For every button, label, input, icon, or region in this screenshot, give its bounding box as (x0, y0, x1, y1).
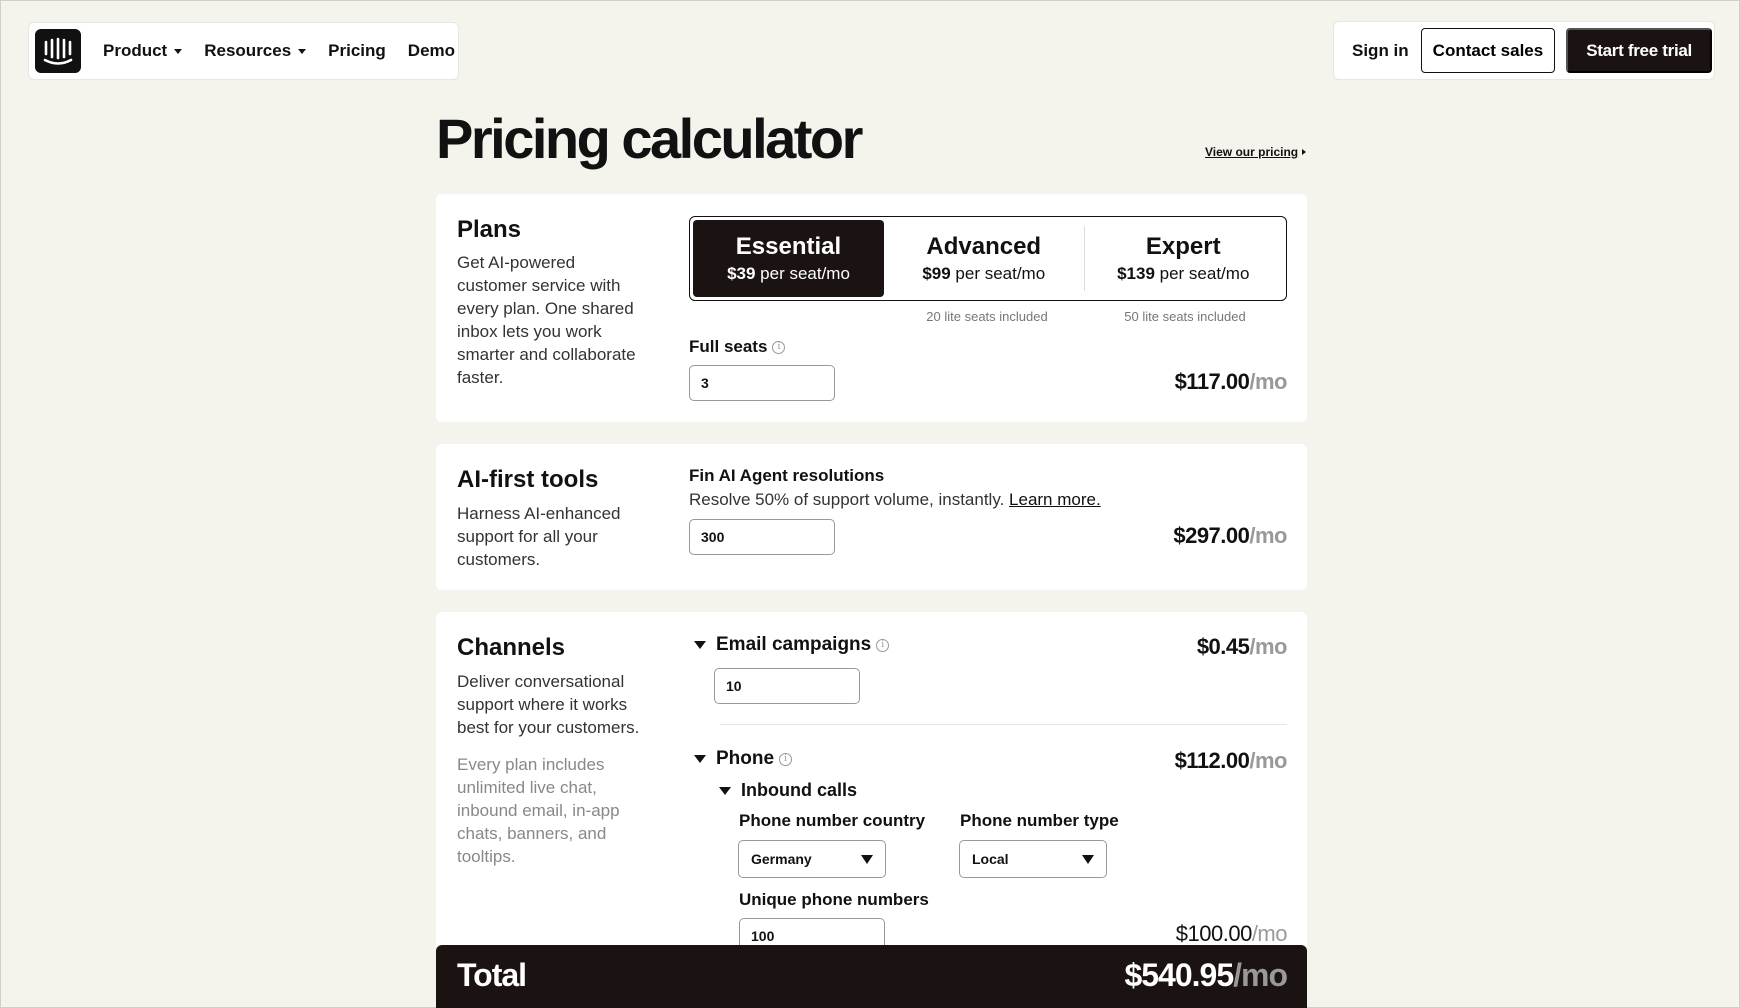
per-month-suffix: /mo (1249, 523, 1287, 548)
caret-down-icon (719, 786, 731, 795)
fin-description: Resolve 50% of support volume, instantly… (689, 490, 1101, 510)
plans-card: Plans Get AI-powered customer service wi… (436, 194, 1307, 422)
ai-tools-cost: $297.00/mo (1173, 523, 1287, 549)
plan-price-unit: per seat/mo (1154, 263, 1250, 283)
phone-type-select[interactable]: Local (959, 840, 1107, 878)
fin-label: Fin AI Agent resolutions (689, 466, 885, 485)
nav-pricing[interactable]: Pricing (328, 41, 386, 61)
plan-price-unit: per seat/mo (755, 263, 850, 283)
inbound-calls-toggle[interactable]: Inbound calls (719, 780, 857, 801)
phone-cost-amount: $112.00 (1174, 748, 1250, 773)
inbound-calls-label: Inbound calls (741, 780, 858, 800)
phone-type-value: Local (972, 851, 1009, 867)
expert-lite-seats-note: 50 lite seats included (1124, 309, 1246, 324)
view-pricing-link[interactable]: View our pricing (1205, 145, 1307, 159)
learn-more-link[interactable]: Learn more. (1009, 490, 1101, 509)
caret-down-icon (694, 755, 706, 763)
info-icon[interactable]: i (772, 340, 786, 354)
nav-resources[interactable]: Resources (204, 41, 307, 61)
phone-toggle[interactable]: Phone i (694, 748, 793, 770)
unique-cost-amount: $100.00 (1175, 921, 1253, 946)
full-seats-input[interactable] (689, 365, 835, 401)
plan-option-essential[interactable]: Essential $39 per seat/mo (693, 220, 884, 297)
total-amount: $540.95 (1124, 957, 1234, 993)
chevron-down-icon (298, 48, 307, 54)
plan-price-amount: $99 (922, 263, 951, 283)
plans-cost: $117.00/mo (1174, 369, 1288, 395)
total-value: $540.95/mo (1124, 957, 1288, 994)
chevron-right-icon (1302, 149, 1307, 155)
phone-country-label: Phone number country (739, 811, 926, 830)
phone-type-label: Phone number type (960, 811, 1119, 830)
email-campaigns-toggle[interactable]: Email campaigns i (694, 634, 890, 656)
plans-title: Plans (457, 216, 522, 243)
full-seats-label: Full seats i (689, 337, 786, 357)
plans-cost-amount: $117.00 (1174, 369, 1250, 394)
info-icon[interactable]: i (876, 638, 890, 652)
per-month-suffix: /mo (1251, 921, 1288, 946)
chevron-down-icon (174, 48, 183, 54)
plans-description: Get AI-powered customer service with eve… (457, 253, 636, 387)
plan-name: Advanced (926, 232, 1042, 260)
view-pricing-label: View our pricing (1205, 145, 1299, 159)
main-nav: Product Resources Pricing Demo (28, 22, 459, 80)
per-month-suffix: /mo (1249, 369, 1287, 394)
start-free-trial-button[interactable]: Start free trial (1566, 28, 1712, 73)
info-icon[interactable]: i (779, 752, 793, 766)
sign-in-link[interactable]: Sign in (1352, 41, 1409, 61)
chevron-down-icon (1082, 854, 1094, 864)
nav-demo-label: Demo (407, 41, 456, 60)
ai-tools-cost-amount: $297.00 (1173, 523, 1250, 548)
nav-demo[interactable]: Demo (408, 41, 455, 61)
plan-name: Essential (735, 232, 842, 260)
plan-price-amount: $39 (727, 263, 756, 283)
channels-note: Every plan includes unlimited live chat,… (457, 755, 620, 866)
fin-description-text: Resolve 50% of support volume, instantly… (689, 490, 1005, 509)
unique-numbers-label: Unique phone numbers (739, 890, 929, 909)
plan-price: $39 per seat/mo (727, 262, 850, 286)
phone-label: Phone (716, 748, 775, 769)
channels-title: Channels (457, 634, 566, 661)
account-nav: Sign in Contact sales Start free trial (1333, 21, 1715, 80)
full-seats-label-text: Full seats (689, 337, 768, 356)
nav-product-label: Product (103, 41, 168, 60)
fin-resolutions-input[interactable] (689, 519, 835, 555)
divider (720, 724, 1287, 725)
intercom-logo-icon[interactable] (35, 29, 81, 73)
ai-tools-title: AI-first tools (457, 466, 599, 493)
nav-resources-label: Resources (204, 41, 292, 60)
ai-tools-description: Harness AI-enhanced support for all your… (457, 504, 621, 569)
plan-option-advanced[interactable]: Advanced $99 per seat/mo (884, 220, 1084, 297)
plan-option-expert[interactable]: Expert $139 per seat/mo (1083, 220, 1284, 297)
plan-price: $139 per seat/mo (1117, 262, 1249, 286)
phone-cost: $112.00/mo (1174, 748, 1288, 774)
phone-country-select[interactable]: Germany (738, 840, 886, 878)
per-month-suffix: /mo (1249, 748, 1287, 773)
email-campaigns-input[interactable] (714, 668, 860, 704)
plan-price: $99 per seat/mo (922, 262, 1045, 286)
plan-name: Expert (1145, 232, 1221, 260)
contact-sales-button[interactable]: Contact sales (1420, 28, 1556, 73)
email-campaigns-label: Email campaigns (716, 634, 872, 655)
total-label: Total (457, 957, 527, 993)
nav-pricing-label: Pricing (328, 41, 386, 60)
chevron-down-icon (861, 854, 873, 864)
caret-down-icon (694, 641, 706, 649)
page-title: Pricing calculator (436, 107, 863, 170)
per-month-suffix: /mo (1249, 634, 1287, 659)
email-cost-amount: $0.45 (1196, 634, 1250, 659)
plan-selector: Essential $39 per seat/mo Advanced $99 p… (689, 216, 1287, 301)
nav-product[interactable]: Product (103, 41, 183, 61)
unique-numbers-cost: $100.00/mo (1175, 921, 1288, 947)
phone-country-value: Germany (751, 851, 812, 867)
per-month-suffix: /mo (1233, 957, 1288, 993)
plan-price-amount: $139 (1117, 263, 1155, 283)
total-bar: Total $540.95/mo (436, 945, 1307, 1008)
plan-price-unit: per seat/mo (950, 263, 1046, 283)
advanced-lite-seats-note: 20 lite seats included (926, 309, 1048, 324)
ai-tools-card: AI-first tools Harness AI-enhanced suppo… (436, 444, 1307, 590)
channels-description: Deliver conversational support where it … (457, 672, 640, 737)
email-campaigns-cost: $0.45/mo (1196, 634, 1288, 660)
